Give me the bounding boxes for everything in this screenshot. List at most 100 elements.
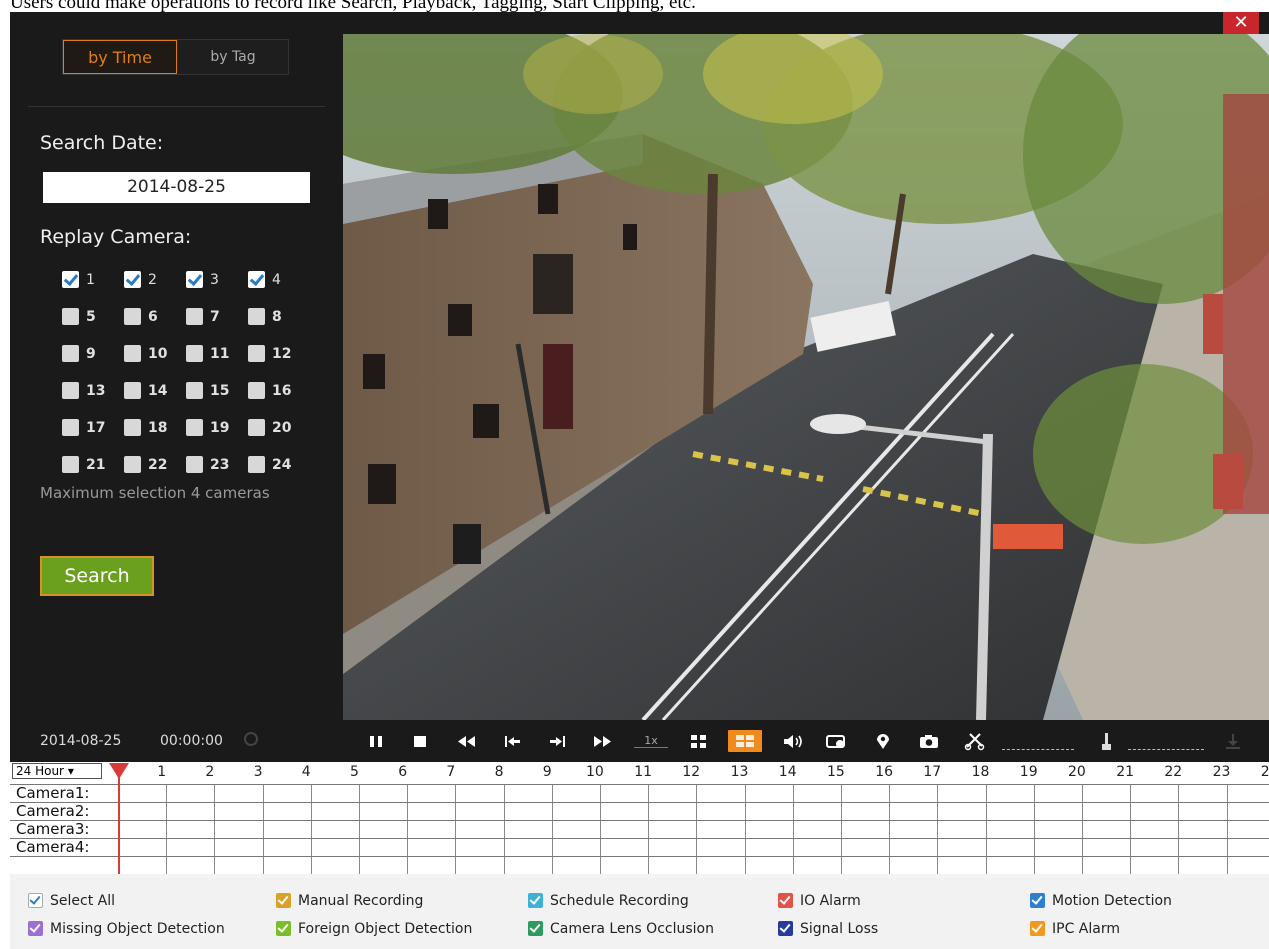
camera-number-label: 11 (210, 346, 230, 362)
legend-checkbox-icon[interactable] (778, 893, 793, 908)
checkbox-unchecked-icon[interactable] (186, 419, 203, 436)
camera-number-label: 21 (86, 457, 106, 473)
grid-layout-icon[interactable] (686, 730, 712, 752)
legend-checkbox-icon[interactable] (1030, 921, 1045, 936)
playback-date: 2014-08-25 (40, 733, 122, 749)
fast-forward-icon[interactable] (590, 730, 616, 752)
checkbox-unchecked-icon[interactable] (186, 308, 203, 325)
close-button[interactable]: ✕ (1223, 12, 1259, 34)
camera-number-label: 8 (272, 309, 282, 325)
hour-tick-label: 15 (827, 764, 845, 780)
checkbox-unchecked-icon[interactable] (62, 419, 79, 436)
legend-checkbox-icon[interactable] (528, 921, 543, 936)
grid-vertical-line (937, 784, 938, 874)
quad-layout-icon[interactable] (728, 730, 762, 752)
tab-by-tag[interactable]: by Tag (177, 40, 289, 74)
hour-tick-label: 5 (350, 764, 359, 780)
checkbox-unchecked-icon[interactable] (124, 419, 141, 436)
recording-timeline[interactable]: 24 Hour ▾ 1 2 3 4 5 6 7 8 9 10 11 12 13 14 15 16 17 18 19 2… (10, 762, 1269, 874)
grid-vertical-line (263, 784, 264, 874)
camera-number-label: 9 (86, 346, 96, 362)
checkbox-checked-icon[interactable] (124, 271, 141, 288)
camera-snapshot-icon[interactable] (916, 730, 942, 752)
legend-checkbox-icon[interactable] (28, 893, 43, 908)
legend-checkbox-icon[interactable] (778, 921, 793, 936)
grid-vertical-line (1034, 784, 1035, 874)
clip-end-slider[interactable] (1128, 749, 1204, 750)
hour-tick-label: 21 (1116, 764, 1135, 780)
legend-label: Manual Recording (298, 893, 424, 909)
camera-number-label: 1 (86, 272, 95, 288)
checkbox-unchecked-icon[interactable] (248, 308, 265, 325)
search-button[interactable]: Search (40, 556, 154, 596)
checkbox-unchecked-icon[interactable] (124, 456, 141, 473)
record-tag-icon[interactable] (824, 730, 850, 752)
hour-tick-label: 8 (494, 764, 504, 780)
checkbox-unchecked-icon[interactable] (186, 456, 203, 473)
stop-icon[interactable] (408, 730, 434, 752)
checkbox-unchecked-icon[interactable] (186, 382, 203, 399)
hour-tick-label: 22 (1164, 764, 1183, 780)
camera-number-label: 15 (210, 383, 230, 399)
grid-horizontal-line (10, 784, 1269, 785)
checkbox-unchecked-icon[interactable] (62, 382, 79, 399)
checkbox-unchecked-icon[interactable] (248, 456, 265, 473)
legend-checkbox-icon[interactable] (1030, 893, 1045, 908)
checkbox-unchecked-icon[interactable] (186, 345, 203, 362)
rewind-icon[interactable] (454, 730, 480, 752)
playback-speed[interactable]: 1x (634, 734, 668, 748)
event-type-legend: Select All Manual Recording Schedule Recor… (10, 874, 1269, 949)
checkbox-checked-icon[interactable] (248, 271, 265, 288)
camera-number-label: 2 (148, 272, 157, 288)
timeline-range-select[interactable]: 24 Hour ▾ (12, 763, 102, 779)
prev-frame-icon[interactable] (500, 730, 526, 752)
marker-icon[interactable] (870, 730, 896, 752)
checkbox-unchecked-icon[interactable] (62, 308, 79, 325)
grid-vertical-line (359, 784, 360, 874)
checkbox-unchecked-icon[interactable] (248, 345, 265, 362)
camera-number-label: 4 (272, 272, 281, 288)
grid-vertical-line (986, 784, 987, 874)
checkbox-unchecked-icon[interactable] (62, 456, 79, 473)
legend-checkbox-icon[interactable] (276, 921, 291, 936)
download-icon[interactable] (1220, 730, 1246, 752)
video-playback-view[interactable] (343, 34, 1269, 720)
tab-by-time[interactable]: by Time (63, 40, 177, 74)
legend-checkbox-icon[interactable] (528, 893, 543, 908)
hour-tick-label: 12 (682, 764, 701, 780)
clip-icon[interactable] (962, 730, 988, 752)
search-date-input[interactable]: 2014-08-25 (43, 172, 310, 203)
hour-tick-label: 4 (301, 764, 311, 780)
hour-tick-label: 13 (730, 764, 749, 780)
checkbox-unchecked-icon[interactable] (124, 308, 141, 325)
sidebar-divider (28, 106, 325, 107)
next-frame-icon[interactable] (544, 730, 570, 752)
checkbox-unchecked-icon[interactable] (124, 345, 141, 362)
search-date-label: Search Date: (40, 132, 164, 154)
grid-vertical-line (1178, 784, 1179, 874)
checkbox-unchecked-icon[interactable] (62, 345, 79, 362)
search-sidebar: by Time by Tag Search Date: 2014-08-25 R… (10, 12, 343, 720)
legend-label: Select All (50, 893, 115, 909)
checkbox-checked-icon[interactable] (62, 271, 79, 288)
checkbox-checked-icon[interactable] (186, 271, 203, 288)
clip-start-slider[interactable] (1002, 749, 1074, 750)
checkbox-unchecked-icon[interactable] (248, 382, 265, 399)
legend-label: IPC Alarm (1052, 921, 1120, 937)
pause-icon[interactable] (364, 730, 390, 752)
legend-checkbox-icon[interactable] (276, 893, 291, 908)
volume-icon[interactable] (780, 730, 806, 752)
camera-row-label: Camera2: (16, 802, 90, 820)
timeline-playhead[interactable] (118, 772, 120, 874)
camera-number-label: 6 (148, 309, 158, 325)
playhead-handle[interactable] (109, 763, 129, 779)
camera-row-label: Camera1: (16, 784, 90, 802)
checkbox-unchecked-icon[interactable] (124, 382, 141, 399)
clip-marker-icon[interactable] (1094, 730, 1120, 752)
grid-vertical-line (214, 784, 215, 874)
camera-number-label: 7 (210, 309, 220, 325)
legend-checkbox-icon[interactable] (28, 921, 43, 936)
checkbox-unchecked-icon[interactable] (248, 419, 265, 436)
hour-tick-label: 3 (253, 764, 263, 780)
camera-number-label: 22 (148, 457, 168, 473)
